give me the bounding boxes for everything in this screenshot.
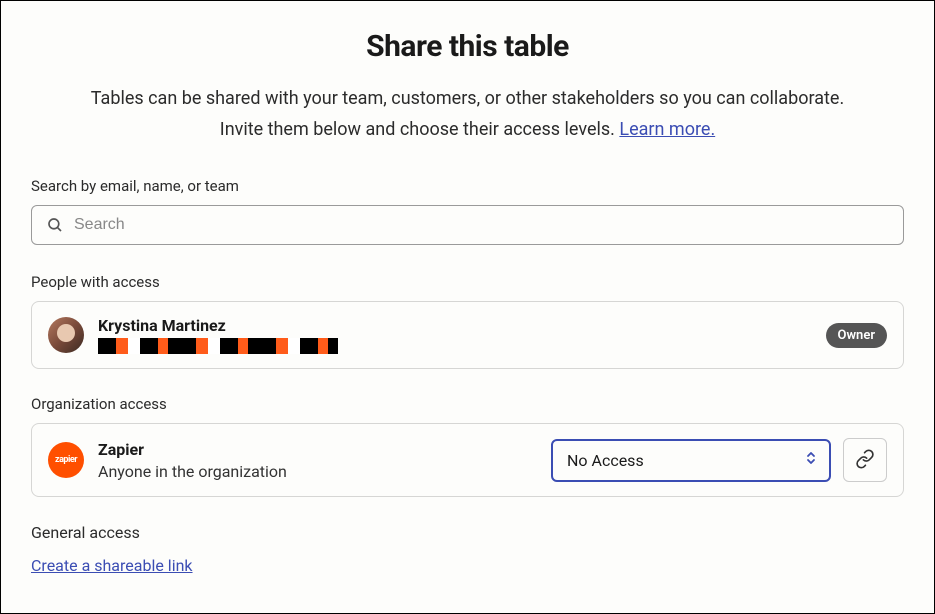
access-level-select[interactable]: No Access: [551, 439, 831, 482]
person-row: Krystina Martinez Owner: [31, 301, 904, 369]
person-email-redacted: [98, 338, 338, 354]
subtitle-text-1: Tables can be shared with your team, cus…: [91, 88, 844, 109]
people-access-label: People with access: [31, 273, 904, 291]
avatar: [48, 317, 84, 353]
link-icon: [855, 449, 875, 472]
org-description: Anyone in the organization: [98, 462, 551, 481]
organization-row: zapier Zapier Anyone in the organization…: [31, 423, 904, 497]
access-level-value: No Access: [567, 451, 644, 470]
search-label: Search by email, name, or team: [31, 177, 904, 195]
person-info: Krystina Martinez: [98, 316, 826, 354]
org-name: Zapier: [98, 440, 551, 459]
search-icon: [46, 216, 64, 234]
copy-link-button[interactable]: [843, 438, 887, 482]
dialog-subtitle: Tables can be shared with your team, cus…: [48, 84, 888, 145]
chevron-up-down-icon: [805, 449, 817, 471]
org-avatar: zapier: [48, 442, 84, 478]
owner-badge: Owner: [826, 323, 888, 348]
org-access-label: Organization access: [31, 395, 904, 413]
dialog-title: Share this table: [31, 29, 904, 64]
org-info: Zapier Anyone in the organization: [98, 440, 551, 481]
dialog-header: Share this table Tables can be shared wi…: [31, 29, 904, 145]
search-input[interactable]: [74, 216, 889, 234]
org-logo-text: zapier: [55, 455, 77, 465]
person-name: Krystina Martinez: [98, 316, 826, 335]
search-box[interactable]: [31, 205, 904, 245]
learn-more-link[interactable]: Learn more.: [619, 119, 715, 140]
general-access-label: General access: [31, 523, 904, 542]
subtitle-text-2: Invite them below and choose their acces…: [220, 119, 620, 140]
create-shareable-link[interactable]: Create a shareable link: [31, 556, 193, 575]
